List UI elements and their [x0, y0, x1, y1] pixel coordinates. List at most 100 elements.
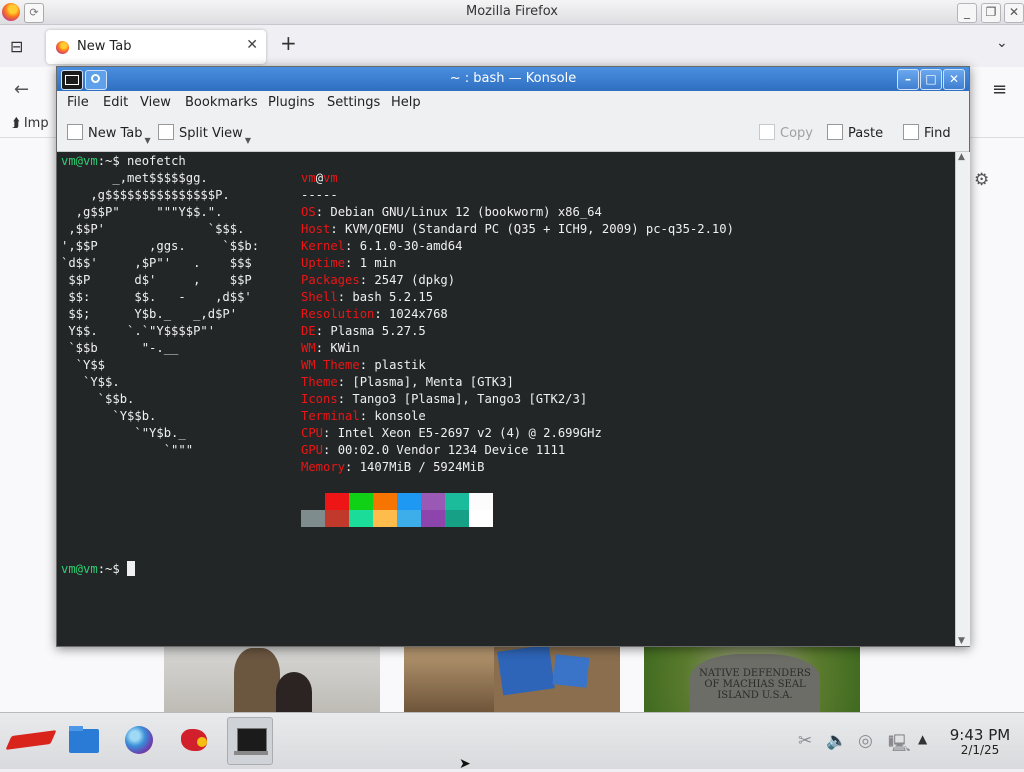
info-key: Terminal	[301, 409, 360, 423]
konsole-task-icon[interactable]	[227, 717, 273, 765]
firefox-view-icon[interactable]: ⊟	[10, 37, 23, 56]
info-value: 2547 (dpkg)	[374, 273, 456, 287]
info-value: KVM/QEMU (Standard PC (Q35 + ICH9, 2009)…	[345, 222, 734, 236]
story-thumbnail-3[interactable]: NATIVE DEFENDERS OF MACHIAS SEAL ISLAND …	[644, 646, 860, 712]
menu-settings[interactable]: Settings	[327, 95, 380, 110]
bug-app-icon[interactable]	[171, 717, 217, 765]
palette-swatch	[445, 510, 469, 527]
display-icon[interactable]: 🖳	[888, 731, 911, 760]
info-line: Theme: [Plasma], Menta [GTK3]	[301, 374, 514, 391]
clipboard-scissors-icon[interactable]: ✂	[798, 731, 812, 751]
palette-swatch	[397, 493, 421, 510]
application-launcher-icon[interactable]	[4, 717, 50, 765]
logo-line: `Y$$b.	[61, 409, 157, 423]
info-line: Terminal: konsole	[301, 408, 426, 425]
palette-swatch	[325, 510, 349, 527]
info-line: Memory: 1407MiB / 5924MiB	[301, 459, 484, 476]
tab-label: New Tab	[77, 39, 132, 54]
menu-edit[interactable]: Edit	[103, 95, 128, 110]
konsole-window-title: ~ : bash — Konsole	[449, 71, 577, 86]
menu-file[interactable]: File	[67, 95, 89, 110]
terminal-view[interactable]: vm@vm:~$ neofetch _,met$$$$$gg. ,g$$$$$$…	[57, 152, 955, 646]
file-manager-icon[interactable]	[60, 717, 106, 765]
firefox-maximize-button[interactable]: ❐	[981, 3, 1001, 23]
newtab-settings-gear-icon[interactable]: ⚙	[974, 170, 989, 190]
new-tab-label: New Tab	[88, 126, 143, 141]
command-line: vm@vm:~$ neofetch	[61, 153, 186, 170]
split-view-dropdown-icon[interactable]: ▼	[245, 136, 251, 145]
copy-button[interactable]: Copy	[759, 124, 813, 141]
header-at: @	[315, 171, 324, 185]
back-arrow-icon[interactable]: ←	[14, 79, 29, 100]
firefox-minimize-button[interactable]: _	[957, 3, 977, 23]
info-line: Packages: 2547 (dpkg)	[301, 272, 455, 289]
info-colon: :	[323, 426, 338, 440]
info-line: DE: Plasma 5.27.5	[301, 323, 426, 340]
konsole-minimize-button[interactable]: –	[897, 69, 919, 90]
info-value: KWin	[330, 341, 360, 355]
info-line: Kernel: 6.1.0-30-amd64	[301, 238, 462, 255]
info-value: Tango3 [Plasma], Tango3 [GTK2/3]	[352, 392, 588, 406]
konsole-toolbar: New Tab ▼ Split View ▼ Copy Paste Find	[57, 113, 969, 152]
logo-line: `"""	[61, 443, 194, 457]
firefox-favicon-icon	[56, 41, 69, 54]
info-key: CPU	[301, 426, 324, 440]
new-tab-plus-icon[interactable]: +	[280, 31, 297, 55]
logo-line: $$; Y$b._ _,d$P'	[61, 307, 238, 321]
menu-bookmarks[interactable]: Bookmarks	[185, 95, 258, 110]
clock-time[interactable]: 9:43 PM	[940, 726, 1020, 744]
tab-close-icon[interactable]: ✕	[246, 37, 258, 53]
konsole-close-button[interactable]: ✕	[943, 69, 965, 90]
mouse-pointer-icon: ➤	[459, 756, 471, 772]
info-key: Shell	[301, 290, 338, 304]
palette-swatch	[469, 493, 493, 510]
info-colon: :	[374, 307, 390, 321]
info-colon: :	[359, 409, 375, 423]
info-colon: :	[345, 460, 360, 474]
list-all-tabs-chevron-icon[interactable]: ⌄	[996, 35, 1008, 51]
tab-new-tab[interactable]: New Tab ✕	[46, 30, 266, 64]
story-thumbnail-2[interactable]	[404, 646, 620, 712]
new-tab-dropdown-icon[interactable]: ▼	[145, 136, 151, 145]
web-browser-icon[interactable]	[116, 717, 162, 765]
prompt-user: vm@vm	[61, 154, 98, 168]
find-icon	[903, 124, 919, 140]
info-colon: :	[337, 392, 353, 406]
logo-line: `d$$' ,$P"' . $$$	[61, 256, 252, 270]
info-key: Kernel	[301, 239, 346, 253]
menu-view[interactable]: View	[140, 95, 171, 110]
palette-swatch	[445, 493, 469, 510]
header-separator: -----	[301, 188, 338, 202]
split-view-button[interactable]: Split View ▼	[158, 124, 251, 145]
terminal-scrollbar[interactable]: ▲ ▼	[955, 152, 970, 646]
info-value: Plasma 5.27.5	[330, 324, 426, 338]
info-key: Packages	[301, 273, 360, 287]
volume-icon[interactable]: 🔈	[826, 731, 847, 751]
current-prompt-line: vm@vm:~$	[61, 561, 136, 578]
info-key: Memory	[301, 460, 346, 474]
clock-date[interactable]: 2/1/25	[940, 743, 1020, 757]
import-bookmarks-link[interactable]: ⮭ Imp	[12, 116, 49, 131]
scroll-up-icon[interactable]: ▲	[958, 152, 965, 162]
hamburger-menu-icon[interactable]: ≡	[992, 79, 1007, 100]
info-value: konsole	[374, 409, 426, 423]
plasma-taskbar: ✂ 🔈 ◎ 🖳 ▲ 9:43 PM 2/1/25	[0, 712, 1024, 769]
paste-button[interactable]: Paste	[827, 124, 883, 141]
konsole-titlebar[interactable]: ~ : bash — Konsole – □ ✕	[57, 67, 969, 91]
find-button[interactable]: Find	[903, 124, 951, 141]
command-text: neofetch	[119, 154, 186, 168]
logo-line: `$$b.	[61, 392, 135, 406]
firefox-close-button[interactable]: ✕	[1004, 3, 1024, 23]
network-globe-icon[interactable]: ◎	[858, 731, 873, 751]
menu-plugins[interactable]: Plugins	[268, 95, 315, 110]
show-hidden-arrow-icon[interactable]: ▲	[918, 732, 927, 746]
story-thumbnail-1[interactable]	[164, 646, 380, 712]
prompt-user: vm@vm	[61, 562, 98, 576]
scroll-down-icon[interactable]: ▼	[958, 636, 965, 646]
firefox-titlebar: ⟳ Mozilla Firefox _ ❐ ✕	[0, 0, 1024, 25]
info-value: 1024x768	[389, 307, 448, 321]
konsole-maximize-button[interactable]: □	[920, 69, 942, 90]
new-tab-button[interactable]: New Tab ▼	[67, 124, 151, 145]
menu-help[interactable]: Help	[391, 95, 421, 110]
info-value: Intel Xeon E5-2697 v2 (4) @ 2.699GHz	[337, 426, 602, 440]
